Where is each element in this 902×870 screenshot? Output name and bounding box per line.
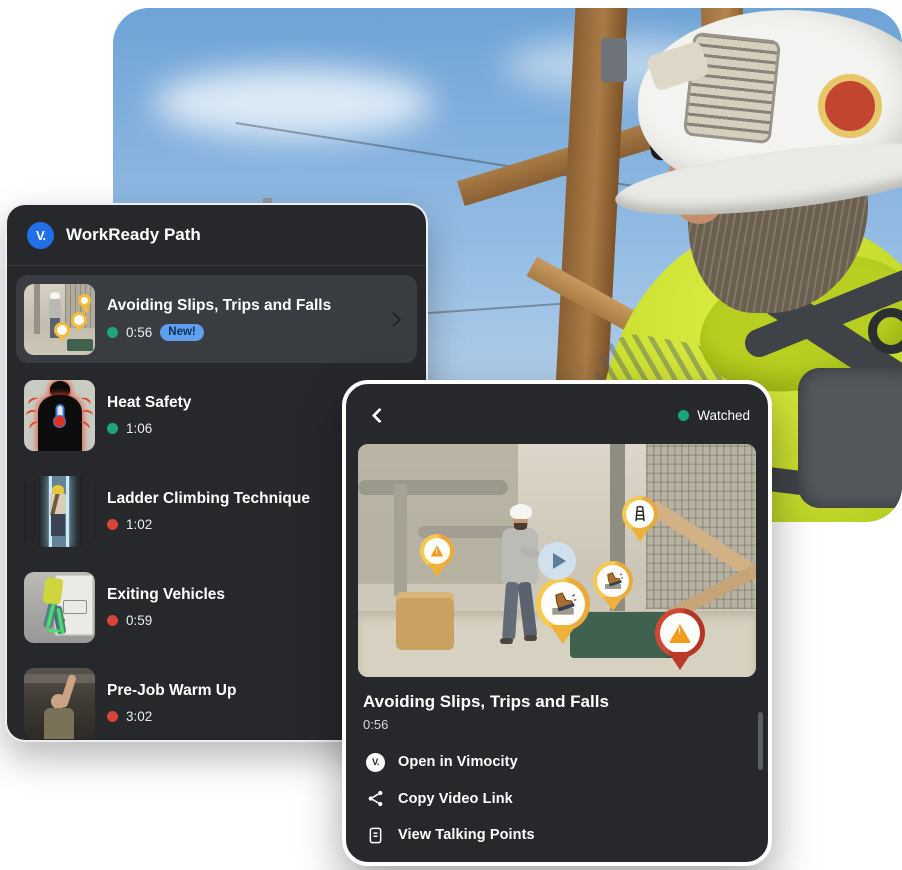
item-meta: 0:56 New!	[107, 324, 376, 341]
thumbnail-art	[518, 581, 538, 638]
thumbnail-art	[510, 504, 532, 519]
menu-label: Open in Vimocity	[398, 754, 518, 770]
action-menu: V. Open in Vimocity Copy Video Link View…	[346, 746, 768, 847]
menu-label: Copy Video Link	[398, 791, 513, 807]
unwatched-status-dot	[107, 519, 118, 530]
copy-video-link-button[interactable]: Copy Video Link	[366, 787, 748, 811]
thumbnail-art	[24, 284, 95, 355]
map-pin-icon	[54, 322, 70, 338]
thumbnail-art	[51, 694, 66, 709]
watched-status-dot	[678, 410, 689, 421]
thumbnail-art	[500, 638, 513, 644]
thumbnail-art	[358, 480, 508, 495]
hazard-pin-icon	[420, 534, 454, 568]
cloud	[153, 68, 433, 138]
list-item-avoiding-slips[interactable]: Avoiding Slips, Trips and Falls 0:56 New…	[16, 275, 417, 363]
item-duration: 0:59	[126, 613, 152, 628]
share-icon	[366, 789, 385, 808]
video-title: Avoiding Slips, Trips and Falls	[363, 692, 751, 712]
thumbnail-art	[79, 395, 93, 407]
thumbnail-art	[24, 674, 95, 683]
thumbnail-art	[514, 523, 527, 530]
thumbnail-art	[25, 408, 38, 419]
unwatched-status-dot	[107, 615, 118, 626]
video-thumbnail	[24, 284, 95, 355]
item-duration: 0:56	[126, 325, 152, 340]
vimocity-icon: V.	[366, 753, 385, 772]
thumbnail-art	[24, 572, 95, 643]
thumbnail-art	[394, 484, 407, 596]
thumbnail-art	[44, 708, 74, 739]
scrollbar[interactable]	[758, 712, 763, 770]
video-player-thumbnail[interactable]	[358, 444, 756, 677]
ladder-pin-icon	[622, 496, 658, 532]
unwatched-status-dot	[107, 711, 118, 722]
back-button[interactable]	[366, 402, 392, 428]
trip-hazard-pin-icon	[536, 577, 590, 631]
item-duration: 3:02	[126, 709, 152, 724]
page: V. WorkReady Path	[0, 0, 902, 870]
play-icon	[553, 553, 566, 569]
video-thumbnail	[24, 476, 95, 547]
item-title: Avoiding Slips, Trips and Falls	[107, 297, 376, 316]
video-thumbnail	[24, 380, 95, 451]
new-badge: New!	[160, 324, 203, 341]
chevron-right-icon	[386, 311, 402, 327]
watched-status-dot	[107, 327, 118, 338]
thumbnail-art	[24, 476, 95, 547]
menu-label: View Talking Points	[398, 827, 535, 843]
view-talking-points-button[interactable]: View Talking Points	[366, 823, 748, 847]
danger-pin-icon	[655, 608, 705, 658]
harness-backpad	[798, 368, 902, 508]
trip-hazard-pin-icon	[593, 561, 633, 601]
thumbnail-art	[67, 339, 93, 351]
video-info: Avoiding Slips, Trips and Falls 0:56	[346, 692, 768, 732]
thumbnail-art	[50, 292, 60, 299]
video-detail-panel: Watched	[342, 380, 772, 866]
watched-label: Watched	[697, 408, 750, 423]
thumbnail-art	[52, 485, 64, 494]
thumbnail-art	[81, 408, 94, 419]
map-pin-icon	[78, 294, 91, 307]
video-thumbnail	[24, 572, 95, 643]
thumbnail-art	[524, 635, 537, 641]
thumbnail-art	[42, 576, 63, 604]
item-duration: 1:02	[126, 517, 152, 532]
watched-status-dot	[107, 423, 118, 434]
thumbnail-art	[396, 592, 454, 650]
item-duration: 1:06	[126, 421, 152, 436]
video-thumbnail	[24, 668, 95, 739]
chevron-left-icon	[371, 407, 387, 423]
panel-header: V. WorkReady Path	[7, 205, 426, 266]
play-button[interactable]	[538, 542, 576, 580]
detail-header: Watched	[346, 384, 768, 434]
thumbnail-art	[502, 582, 519, 641]
thumbnail-art	[66, 476, 69, 547]
thumbnail-art	[49, 299, 61, 319]
helmet-sticker	[818, 74, 882, 138]
thumbnail-art	[51, 514, 65, 536]
thermometer-icon	[55, 404, 64, 426]
thumbnail-art	[24, 668, 95, 739]
open-in-vimocity-button[interactable]: V. Open in Vimocity	[366, 750, 748, 774]
vimocity-logo-icon: V.	[27, 222, 54, 249]
item-text: Avoiding Slips, Trips and Falls 0:56 New…	[107, 297, 376, 341]
watched-status: Watched	[678, 408, 750, 423]
thumbnail-art	[24, 380, 95, 451]
skeleton-overlay	[48, 630, 60, 633]
map-pin-icon	[71, 312, 87, 328]
thumbnail-art	[63, 600, 87, 614]
document-icon	[366, 826, 385, 845]
panel-title: WorkReady Path	[66, 225, 201, 245]
thumbnail-art	[34, 284, 40, 334]
video-duration: 0:56	[363, 717, 751, 732]
